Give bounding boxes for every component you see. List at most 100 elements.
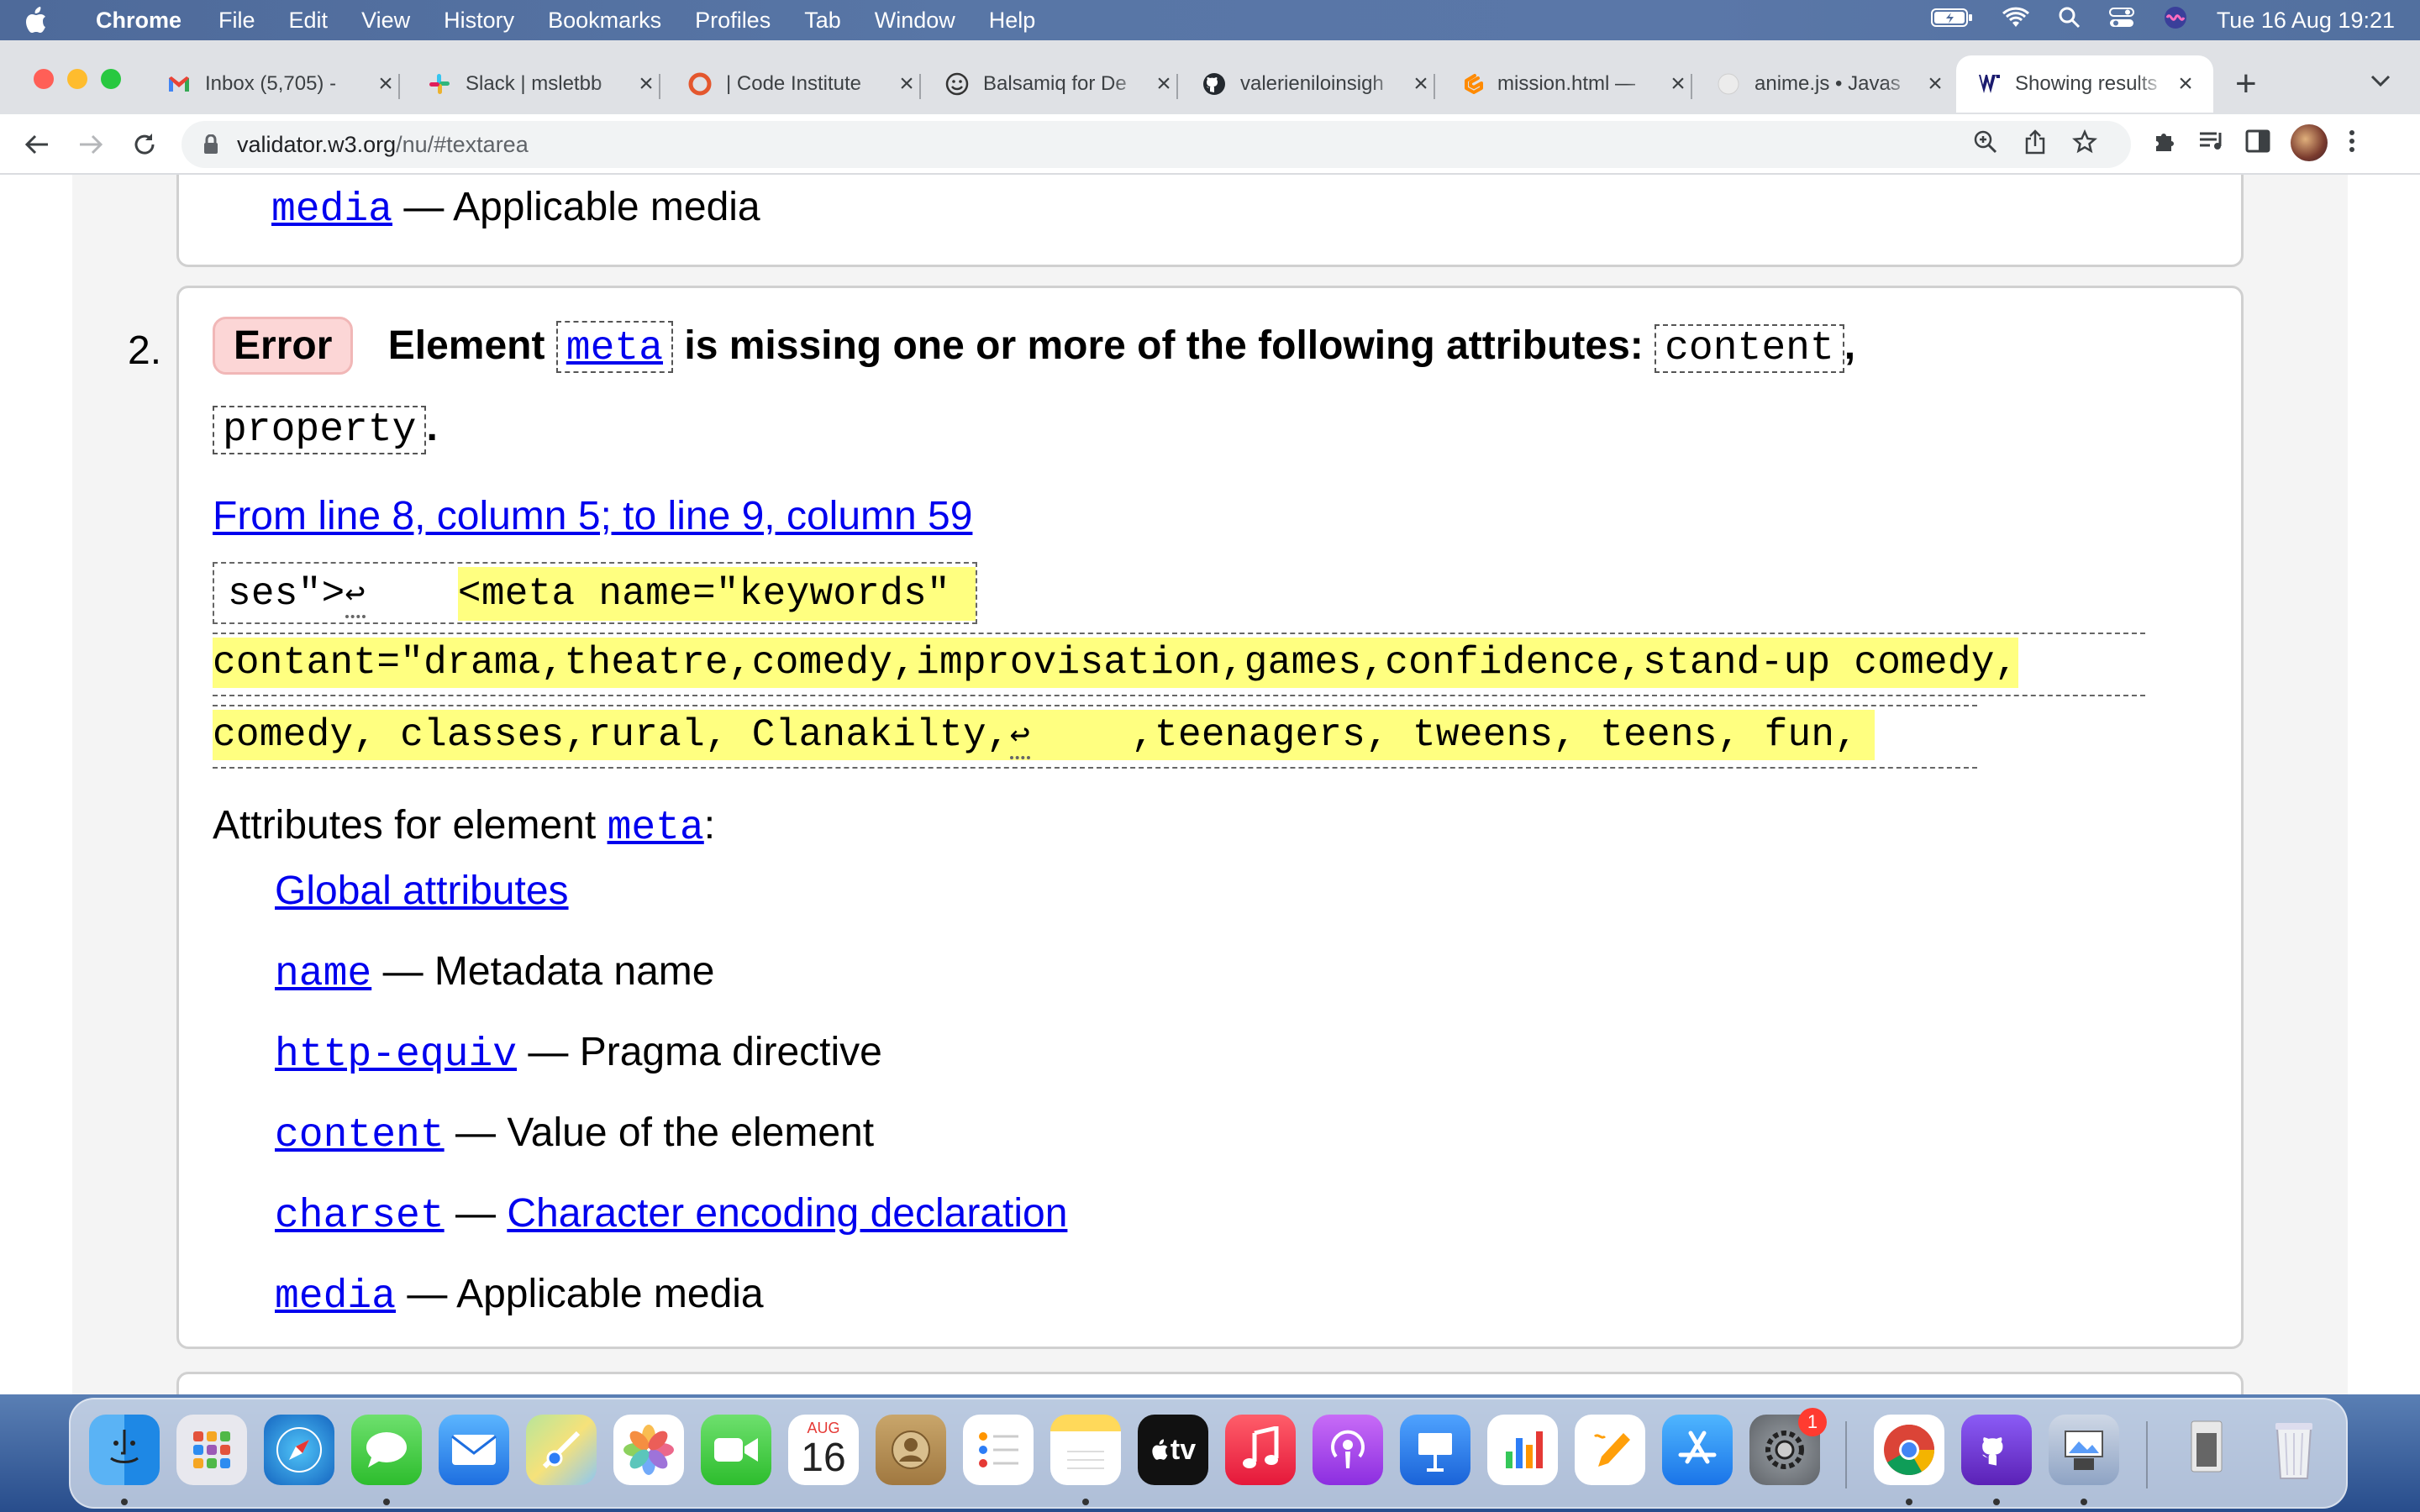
control-center-icon[interactable] — [2108, 7, 2134, 34]
attribute-link[interactable]: media — [271, 187, 392, 233]
apple-tv-icon[interactable]: tv — [1138, 1415, 1208, 1485]
extensions-puzzle-icon[interactable] — [2151, 128, 2178, 159]
menu-bookmarks[interactable]: Bookmarks — [548, 8, 661, 34]
siri-icon[interactable] — [2163, 5, 2188, 36]
messages-icon[interactable] — [351, 1415, 422, 1485]
numbers-icon[interactable] — [1487, 1415, 1558, 1485]
profile-avatar[interactable] — [2291, 124, 2328, 161]
notes-icon[interactable] — [1050, 1415, 1121, 1485]
finder-icon[interactable] — [89, 1415, 160, 1485]
launchpad-icon[interactable] — [176, 1415, 247, 1485]
mail-icon[interactable] — [439, 1415, 509, 1485]
tab-balsamiq[interactable]: Balsamiq for De × — [944, 55, 1178, 113]
anime-icon — [1716, 71, 1741, 97]
battery-icon[interactable] — [1930, 8, 1973, 34]
minimize-window-button[interactable] — [67, 69, 87, 89]
character-encoding-link[interactable]: Character encoding declaration — [507, 1191, 1067, 1236]
share-icon[interactable] — [2023, 129, 2047, 159]
music-icon[interactable] — [1225, 1415, 1296, 1485]
new-tab-button[interactable]: + — [2235, 66, 2257, 102]
reading-list-icon[interactable] — [2198, 129, 2225, 157]
source-location-link[interactable]: From line 8, column 5; to line 9, column… — [213, 494, 972, 538]
close-icon[interactable]: × — [2173, 70, 2198, 98]
close-icon[interactable]: × — [894, 70, 919, 98]
page-viewport[interactable]: media — Applicable media 2. Error Elemen… — [0, 175, 2420, 1394]
attribute-description: — Applicable media — [403, 185, 760, 229]
back-button[interactable] — [17, 124, 57, 165]
period-text: . — [426, 405, 438, 449]
tab-gmail[interactable]: Inbox (5,705) - × — [166, 55, 400, 113]
photos-icon[interactable] — [613, 1415, 684, 1485]
tab-code-institute[interactable]: | Code Institute × — [687, 55, 921, 113]
chrome-icon[interactable] — [1874, 1415, 1944, 1485]
menu-help[interactable]: Help — [989, 8, 1036, 34]
menu-view[interactable]: View — [361, 8, 410, 34]
running-indicator — [2081, 1499, 2087, 1505]
menu-clock[interactable]: Tue 16 Aug 19:21 — [2217, 8, 2395, 34]
close-icon[interactable]: × — [1923, 70, 1948, 98]
close-icon[interactable]: × — [1665, 70, 1691, 98]
attribute-content-link[interactable]: content — [275, 1113, 445, 1158]
forward-button[interactable] — [71, 124, 111, 165]
tab-github[interactable]: valerieniloinsigh × — [1202, 55, 1435, 113]
tab-w3c-validator[interactable]: Showing results × — [1956, 55, 2213, 113]
macos-dock: AUG 16 tv 1 — [69, 1398, 2348, 1509]
global-attributes-link[interactable]: Global attributes — [275, 869, 569, 913]
tab-search-chevron-icon[interactable] — [2370, 66, 2391, 94]
close-icon[interactable]: × — [1408, 70, 1434, 98]
close-window-button[interactable] — [34, 69, 54, 89]
keynote-icon[interactable] — [1400, 1415, 1470, 1485]
lock-icon[interactable] — [203, 134, 218, 155]
attribute-name-link[interactable]: name — [275, 952, 371, 997]
close-icon[interactable]: × — [373, 70, 398, 98]
menu-tab[interactable]: Tab — [804, 8, 841, 34]
address-bar[interactable]: validator.w3.org/nu/#textarea — [182, 121, 2131, 168]
bookmark-star-icon[interactable] — [2071, 129, 2098, 159]
close-icon[interactable]: × — [1151, 70, 1176, 98]
attribute-media-link[interactable]: media — [275, 1274, 396, 1320]
close-icon[interactable]: × — [634, 70, 659, 98]
zoom-window-button[interactable] — [101, 69, 121, 89]
menu-app-chrome[interactable]: Chrome — [96, 8, 182, 34]
menu-window[interactable]: Window — [875, 8, 955, 34]
trash-icon[interactable] — [2259, 1415, 2329, 1485]
side-panel-icon[interactable] — [2245, 129, 2270, 157]
attribute-charset-link[interactable]: charset — [275, 1194, 445, 1239]
system-preferences-icon[interactable]: 1 — [1749, 1408, 1827, 1485]
maps-icon[interactable] — [526, 1415, 597, 1485]
safari-icon[interactable] — [264, 1415, 334, 1485]
wifi-icon[interactable] — [2002, 7, 2030, 34]
element-meta-link[interactable]: meta — [566, 326, 663, 371]
menu-edit[interactable]: Edit — [289, 8, 329, 34]
reminders-icon[interactable] — [963, 1415, 1034, 1485]
facetime-icon[interactable] — [701, 1415, 771, 1485]
tab-separator — [1434, 74, 1435, 99]
preview-icon[interactable] — [2049, 1415, 2119, 1485]
window-controls — [34, 69, 121, 89]
tab-separator — [1176, 74, 1178, 99]
contacts-icon[interactable] — [876, 1415, 946, 1485]
calendar-icon[interactable]: AUG 16 — [788, 1415, 859, 1485]
spotlight-search-icon[interactable] — [2059, 7, 2081, 34]
menu-history[interactable]: History — [444, 8, 514, 34]
chrome-menu-icon[interactable] — [2348, 129, 2356, 158]
downloads-stack-icon[interactable] — [2171, 1415, 2242, 1485]
macos-menu-bar: Chrome File Edit View History Bookmarks … — [0, 0, 2420, 40]
w3c-validator-icon — [1976, 71, 2002, 97]
tab-animejs[interactable]: anime.js • Javas × — [1716, 55, 1948, 113]
menu-file[interactable]: File — [218, 8, 255, 34]
tab-slack[interactable]: Slack | msletbb × — [427, 55, 660, 113]
location-row: From line 8, column 5; to line 9, column… — [213, 493, 972, 539]
apple-menu-icon[interactable] — [24, 7, 74, 34]
element-meta-link[interactable]: meta — [608, 806, 704, 851]
pages-icon[interactable] — [1575, 1415, 1645, 1485]
attribute-http-equiv-link[interactable]: http-equiv — [275, 1032, 517, 1078]
attribute-content-code: content — [1655, 324, 1844, 373]
tab-gitpod[interactable]: mission.html — × — [1459, 55, 1692, 113]
github-desktop-icon[interactable] — [1961, 1415, 2032, 1485]
zoom-icon[interactable] — [1973, 129, 1998, 159]
reload-button[interactable] — [124, 124, 165, 165]
podcasts-icon[interactable] — [1313, 1415, 1383, 1485]
app-store-icon[interactable] — [1662, 1415, 1733, 1485]
menu-profiles[interactable]: Profiles — [695, 8, 771, 34]
